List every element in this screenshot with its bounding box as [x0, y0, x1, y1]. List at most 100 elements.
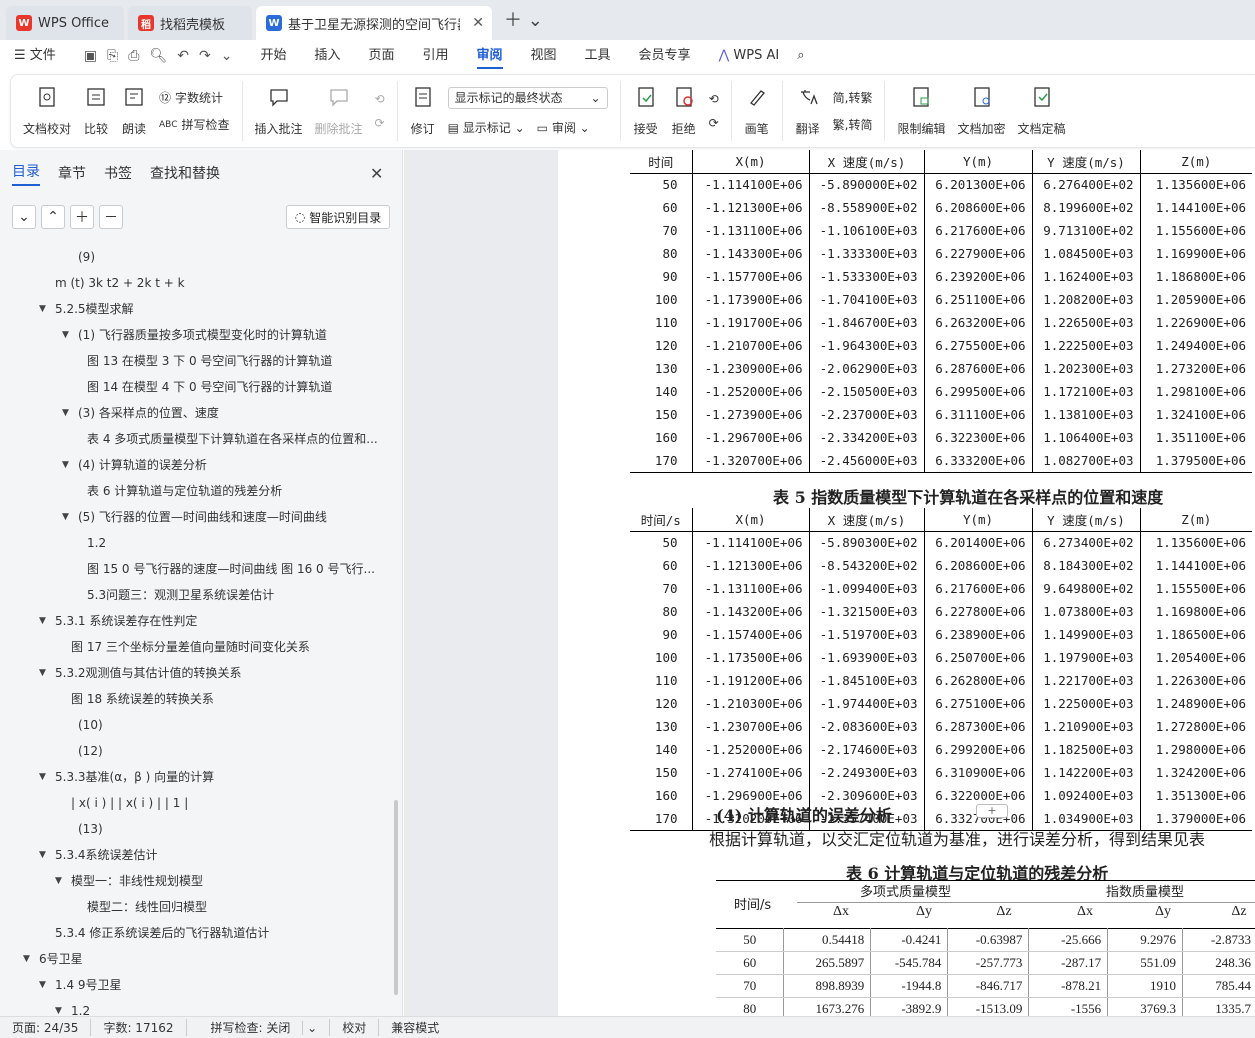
expand-toggle-icon[interactable]: ▼ — [39, 608, 46, 634]
nav-tab-toc[interactable]: 目录 — [12, 161, 40, 186]
toc-item[interactable]: 模型二：线性回归模型 — [0, 894, 395, 920]
revise-button[interactable]: 修订 — [404, 85, 442, 137]
remove-heading-icon[interactable]: － — [99, 205, 123, 229]
toc-item[interactable]: (13) — [0, 816, 395, 842]
nav-tab-find-replace[interactable]: 查找和替换 — [150, 163, 220, 183]
insert-comment-button[interactable]: 插入批注 — [249, 85, 309, 137]
toc-item[interactable]: (10) — [0, 712, 395, 738]
toc-item[interactable]: ▼ 5.3.1 系统误差存在性判定 — [0, 608, 395, 634]
menu-tab-home[interactable]: 开始 — [246, 40, 300, 72]
show-markup-button[interactable]: ▤ 显示标记 ⌄ — [448, 119, 525, 136]
pen-button[interactable]: 画笔 — [738, 85, 776, 137]
toc-item[interactable]: ▼ 5.3.4系统误差估计 — [0, 842, 395, 868]
spell-check-button[interactable]: ABC 拼写检查 — [159, 116, 229, 133]
toc-item[interactable]: ▼ (5) 飞行器的位置—时间曲线和速度—时间曲线 — [0, 504, 395, 530]
expand-toggle-icon[interactable]: ▼ — [39, 660, 46, 686]
close-pane-icon[interactable]: ✕ — [370, 164, 383, 183]
restrict-edit-button[interactable]: 限制编辑 — [891, 85, 951, 137]
word-count-status[interactable]: 字数: 17162 — [91, 1019, 187, 1036]
toc-item[interactable]: (12) — [0, 738, 395, 764]
toc-item[interactable]: ▼ 5.3.3基准(α，β ) 向量的计算 — [0, 764, 395, 790]
tab-document[interactable]: W 基于卫星无源探测的空间飞行器 ✕ — [256, 6, 492, 40]
toc-item[interactable]: 图 14 在模型 4 下 0 号空间飞行器的计算轨道 — [0, 374, 395, 400]
menu-tab-insert[interactable]: 插入 — [300, 40, 354, 72]
doc-check-button[interactable]: 文档校对 — [17, 85, 77, 137]
compare-button[interactable]: 比较 — [77, 85, 115, 137]
nav-tab-chapters[interactable]: 章节 — [58, 163, 86, 183]
toc-item[interactable]: 表 6 计算轨道与定位轨道的残差分析 — [0, 478, 395, 504]
undo-icon[interactable]: ↶ — [177, 48, 189, 64]
wps-ai-button[interactable]: ⋀ WPS AI — [705, 40, 794, 72]
nav-tab-bookmarks[interactable]: 书签 — [104, 163, 132, 183]
spell-check-status[interactable]: 拼写检查: 关闭 ⌄ — [187, 1019, 331, 1036]
proofread-status[interactable]: 校对 — [330, 1019, 380, 1036]
reject-button[interactable]: 拒绝 — [665, 85, 703, 137]
toc-item[interactable]: ▼ (4) 计算轨道的误差分析 — [0, 452, 395, 478]
toc-item[interactable]: ▼ 1.4 9号卫星 — [0, 972, 395, 998]
search-icon[interactable]: ⌕ — [793, 40, 808, 72]
expand-toggle-icon[interactable]: ▼ — [39, 296, 46, 322]
menu-tab-reference[interactable]: 引用 — [408, 40, 462, 72]
smart-toc-button[interactable]: ◌ 智能识别目录 — [286, 205, 390, 229]
simp-to-trad-button[interactable]: 繁,转简 — [833, 116, 873, 133]
toc-item[interactable]: ▼ 模型一：非线性规划模型 — [0, 868, 395, 894]
toc-item[interactable]: ▼ (3) 各采样点的位置、速度 — [0, 400, 395, 426]
nav-scrollbar[interactable] — [394, 800, 398, 995]
prev-comment-icon[interactable]: ⟲ — [375, 92, 385, 106]
next-comment-icon[interactable]: ⟳ — [375, 116, 385, 130]
expand-toggle-icon[interactable]: ▼ — [23, 946, 30, 972]
word-count-button[interactable]: ⑫ 字数统计 — [159, 89, 229, 106]
save-icon[interactable]: ▣ — [84, 48, 97, 64]
toc-item[interactable]: 图 13 在模型 3 下 0 号空间飞行器的计算轨道 — [0, 348, 395, 374]
expand-toggle-icon[interactable]: ▼ — [62, 322, 69, 348]
delete-comment-button[interactable]: 删除批注 — [309, 85, 369, 137]
trad-to-simp-button[interactable]: 简,转繁 — [833, 89, 873, 106]
expand-toggle-icon[interactable]: ▼ — [39, 842, 46, 868]
toc-item[interactable]: 表 4 多项式质量模型下计算轨道在各采样点的位置和... — [0, 426, 395, 452]
print-preview-icon[interactable]: 🔍︎ — [149, 48, 167, 64]
toc-item[interactable]: 1.2 — [0, 530, 395, 556]
toc-item[interactable]: 图 15 0 号飞行器的速度—时间曲线 图 16 0 号飞行... — [0, 556, 395, 582]
doc-encrypt-button[interactable]: 文档加密 — [952, 85, 1012, 137]
menu-tab-member[interactable]: 会员专享 — [625, 40, 705, 72]
toc-item[interactable]: 图 17 三个坐标分量差值向量随时间变化关系 — [0, 634, 395, 660]
expand-toggle-icon[interactable]: ▼ — [39, 972, 46, 998]
expand-toggle-icon[interactable]: ▼ — [55, 868, 62, 894]
expand-toggle-icon[interactable]: ▼ — [39, 764, 46, 790]
markup-state-select[interactable]: 显示标记的最终状态 ⌄ — [447, 86, 608, 109]
share-icon[interactable]: ⎘ — [107, 48, 118, 64]
read-aloud-button[interactable]: 朗读 — [115, 85, 153, 137]
add-heading-icon[interactable]: ＋ — [70, 205, 94, 229]
toc-item[interactable]: (9) — [0, 244, 395, 270]
toc-item[interactable]: ▼ 6号卫星 — [0, 946, 395, 972]
expand-toggle-icon[interactable]: ▼ — [62, 452, 69, 478]
expand-toggle-icon[interactable]: ▼ — [62, 504, 69, 530]
print-icon[interactable]: ⎙ — [128, 48, 139, 64]
menu-tab-view[interactable]: 视图 — [517, 40, 571, 72]
doc-finalize-button[interactable]: 文档定稿 — [1012, 85, 1072, 137]
tab-wps-office[interactable]: W WPS Office — [6, 6, 124, 40]
toc-item[interactable]: 5.3.4 修正系统误差后的飞行器轨道估计 — [0, 920, 395, 946]
review-pane-button[interactable]: ▭ 审阅 ⌄ — [537, 119, 590, 136]
accept-button[interactable]: 接受 — [627, 85, 665, 137]
menu-tab-page[interactable]: 页面 — [354, 40, 408, 72]
expand-up-icon[interactable]: ⌃ — [41, 205, 65, 229]
menu-tab-review[interactable]: 审阅 — [463, 40, 517, 72]
next-change-icon[interactable]: ⟳ — [709, 116, 719, 130]
more-chevron-icon[interactable]: ⌄ — [221, 48, 233, 64]
page-indicator[interactable]: 页面: 24/35 — [0, 1019, 92, 1036]
prev-change-icon[interactable]: ⟲ — [709, 92, 719, 106]
add-row-button[interactable]: + — [976, 804, 1008, 818]
toc-item[interactable]: ▼ (1) 飞行器质量按多项式模型变化时的计算轨道 — [0, 322, 395, 348]
file-menu[interactable]: ☰ 文件 — [0, 40, 70, 72]
toc-item[interactable]: | x( i ) | | x( i ) | | 1 | — [0, 790, 395, 816]
tab-docer-templates[interactable]: 稻 找稻壳模板 — [128, 6, 252, 40]
toc-item[interactable]: 图 18 系统误差的转换关系 — [0, 686, 395, 712]
redo-icon[interactable]: ↷ — [199, 48, 211, 64]
translate-button[interactable]: 翻译 — [789, 85, 827, 137]
new-tab-button[interactable]: ＋ ⌄ — [504, 6, 543, 32]
toc-item[interactable]: 5.3问题三：观测卫星系统误差估计 — [0, 582, 395, 608]
toc-item[interactable]: m (t) 3k t2 + 2k t + k — [0, 270, 395, 296]
toc-item[interactable]: ▼ 5.3.2观测值与其估计值的转换关系 — [0, 660, 395, 686]
toc-item[interactable]: ▼ 5.2.5模型求解 — [0, 296, 395, 322]
